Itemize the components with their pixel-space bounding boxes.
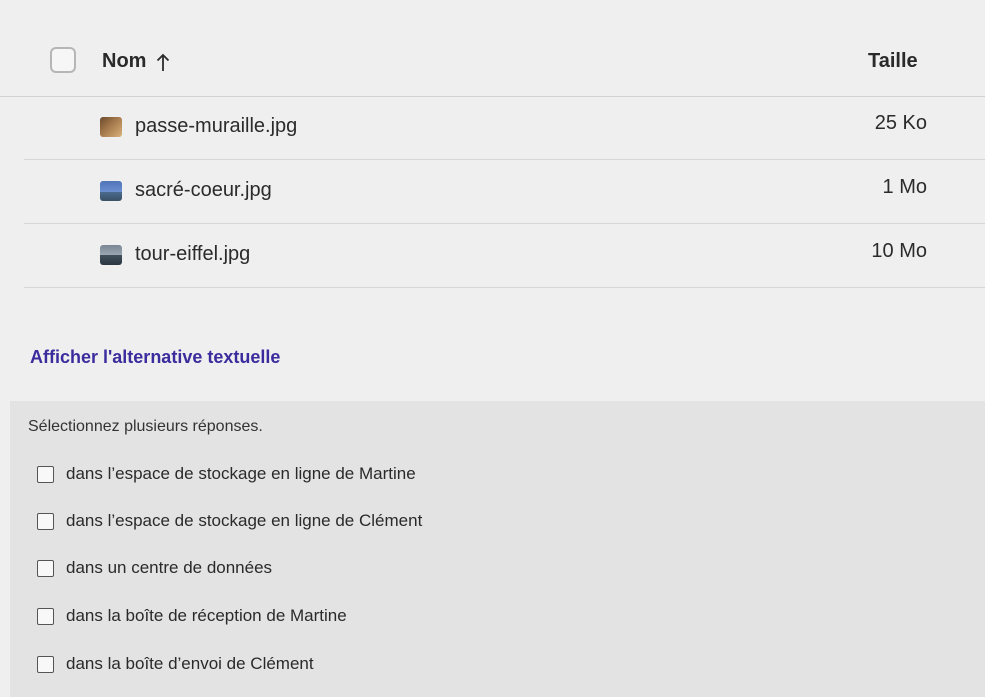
image-thumbnail-icon bbox=[100, 245, 122, 265]
file-row[interactable]: tour-eiffel.jpg 10 Mo bbox=[24, 224, 985, 288]
answer-option-label: dans l’espace de stockage en ligne de Cl… bbox=[66, 511, 423, 530]
answer-option[interactable]: dans l’espace de stockage en ligne de Cl… bbox=[37, 507, 422, 535]
file-table: Nom Taille passe-muraille.jpg 25 Ko sacr… bbox=[0, 0, 985, 300]
file-name: sacré-coeur.jpg bbox=[135, 179, 272, 201]
image-thumbnail-icon bbox=[100, 181, 122, 201]
answer-checkbox[interactable] bbox=[37, 607, 54, 625]
file-size: 25 Ko bbox=[874, 112, 927, 134]
answer-option-label: dans un centre de données bbox=[66, 558, 273, 577]
answer-option[interactable]: dans la boîte de réception de Martine bbox=[37, 602, 347, 630]
answer-option-label: dans la boîte de réception de Martine bbox=[66, 606, 347, 625]
file-size: 1 Mo bbox=[882, 176, 927, 198]
file-name: tour-eiffel.jpg bbox=[135, 243, 251, 265]
column-header-size[interactable]: Taille bbox=[868, 50, 918, 73]
table-header: Nom Taille bbox=[0, 30, 985, 97]
answer-option[interactable]: dans la boîte d’envoi de Clément bbox=[37, 650, 314, 678]
answer-option[interactable]: dans l’espace de stockage en ligne de Ma… bbox=[37, 460, 416, 488]
question-instructions: Sélectionnez plusieurs réponses. bbox=[28, 418, 263, 435]
column-header-name[interactable]: Nom bbox=[102, 50, 170, 73]
show-alt-text-link[interactable]: Afficher l'alternative textuelle bbox=[30, 347, 280, 368]
column-name-label: Nom bbox=[102, 50, 147, 72]
file-size: 10 Mo bbox=[871, 240, 927, 262]
arrow-up-icon bbox=[157, 53, 170, 71]
file-row[interactable]: sacré-coeur.jpg 1 Mo bbox=[24, 160, 985, 224]
answer-checkbox[interactable] bbox=[37, 655, 54, 673]
image-thumbnail-icon bbox=[100, 117, 122, 137]
answer-checkbox[interactable] bbox=[37, 465, 54, 483]
answer-checkbox[interactable] bbox=[37, 512, 54, 530]
answer-option-label: dans la boîte d’envoi de Clément bbox=[66, 654, 314, 673]
select-all-checkbox[interactable] bbox=[50, 47, 76, 73]
file-row[interactable]: passe-muraille.jpg 25 Ko bbox=[24, 96, 985, 160]
answer-option-label: dans l’espace de stockage en ligne de Ma… bbox=[66, 464, 416, 483]
file-name: passe-muraille.jpg bbox=[135, 115, 298, 137]
answer-panel: Sélectionnez plusieurs réponses. dans l’… bbox=[10, 401, 985, 697]
answer-option[interactable]: dans un centre de données bbox=[37, 554, 272, 582]
answer-checkbox[interactable] bbox=[37, 559, 54, 577]
